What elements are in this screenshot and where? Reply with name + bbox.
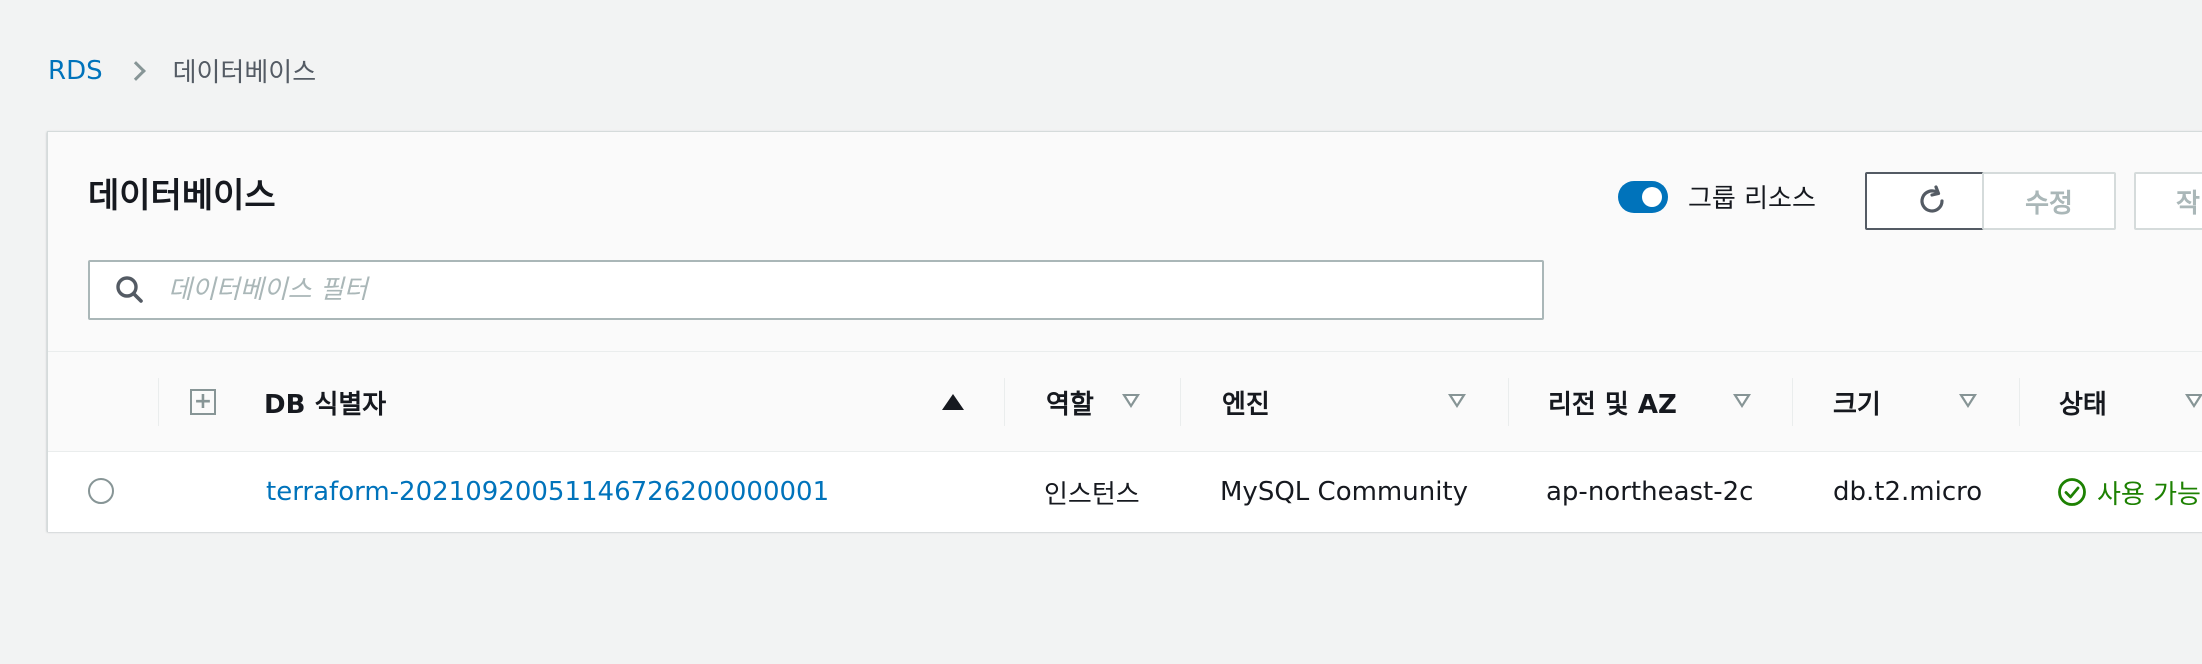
column-divider — [1180, 378, 1181, 426]
column-divider — [1792, 378, 1793, 426]
column-divider — [1004, 378, 1005, 426]
column-status-label: 상태 — [2059, 389, 2107, 420]
cell-region-az: ap-northeast-2c — [1546, 477, 1754, 507]
column-status[interactable]: 상태 — [2059, 352, 2202, 452]
column-region-az-label: 리전 및 AZ — [1548, 389, 1677, 420]
column-divider — [158, 378, 159, 426]
sort-icon — [1959, 394, 1977, 408]
search-icon — [116, 276, 143, 303]
column-engine[interactable]: 엔진 — [1222, 352, 1508, 452]
actions-button[interactable]: 작 — [2134, 172, 2202, 230]
sort-icon — [2185, 394, 2202, 408]
toggle-knob — [1642, 186, 1662, 207]
column-size[interactable]: 크기 — [1833, 352, 2019, 452]
db-identifier-link[interactable]: terraform-20210920051146726200000001 — [266, 477, 829, 507]
status-label: 사용 가능 — [2097, 479, 2201, 510]
column-size-label: 크기 — [1833, 389, 1881, 420]
cell-engine: MySQL Community — [1220, 477, 1469, 507]
column-divider — [2019, 378, 2020, 426]
column-role-label: 역할 — [1046, 389, 1094, 420]
databases-panel: 데이터베이스 그룹 리소스 수정 작 + DB 식별자 — [47, 131, 2202, 532]
database-filter-input[interactable] — [154, 262, 1542, 318]
edit-button[interactable]: 수정 — [1982, 172, 2116, 230]
column-divider — [1508, 378, 1509, 426]
chevron-right-icon — [125, 60, 146, 81]
group-resources-toggle[interactable] — [1618, 180, 1668, 213]
table-header: + DB 식별자 역할 엔진 리전 및 AZ 크기 상태 — [48, 352, 2202, 452]
cell-status: 사용 가능 — [2057, 452, 2201, 532]
cell-size: db.t2.micro — [1833, 477, 1983, 507]
table-row: terraform-20210920051146726200000001 인스턴… — [48, 452, 2202, 532]
check-circle-icon — [2058, 478, 2086, 506]
group-resources-toggle-wrap: 그룹 리소스 — [1618, 178, 1816, 215]
group-resources-label: 그룹 리소스 — [1688, 184, 1816, 214]
cell-db-identifier: terraform-20210920051146726200000001 — [266, 452, 829, 532]
column-db-identifier[interactable]: DB 식별자 — [264, 352, 1004, 452]
panel-header: 데이터베이스 그룹 리소스 수정 작 — [48, 132, 2202, 352]
refresh-button[interactable] — [1865, 172, 1999, 230]
breadcrumb-current: 데이터베이스 — [172, 58, 317, 88]
refresh-icon — [1920, 185, 1944, 213]
panel-title: 데이터베이스 — [88, 176, 276, 216]
sort-ascending-icon — [942, 394, 964, 410]
column-db-identifier-label: DB 식별자 — [264, 389, 387, 420]
row-select-radio[interactable] — [88, 478, 114, 504]
sort-icon — [1122, 394, 1140, 408]
cell-role: 인스턴스 — [1044, 479, 1140, 510]
column-region-az[interactable]: 리전 및 AZ — [1548, 352, 1792, 452]
expand-all-icon[interactable]: + — [190, 389, 216, 415]
sort-icon — [1733, 394, 1751, 408]
column-engine-label: 엔진 — [1222, 389, 1270, 420]
database-filter — [88, 260, 1544, 320]
column-role[interactable]: 역할 — [1046, 352, 1180, 452]
sort-icon — [1448, 394, 1466, 408]
breadcrumb-rds-link[interactable]: RDS — [48, 56, 103, 86]
breadcrumb: RDS 데이터베이스 — [48, 52, 316, 89]
